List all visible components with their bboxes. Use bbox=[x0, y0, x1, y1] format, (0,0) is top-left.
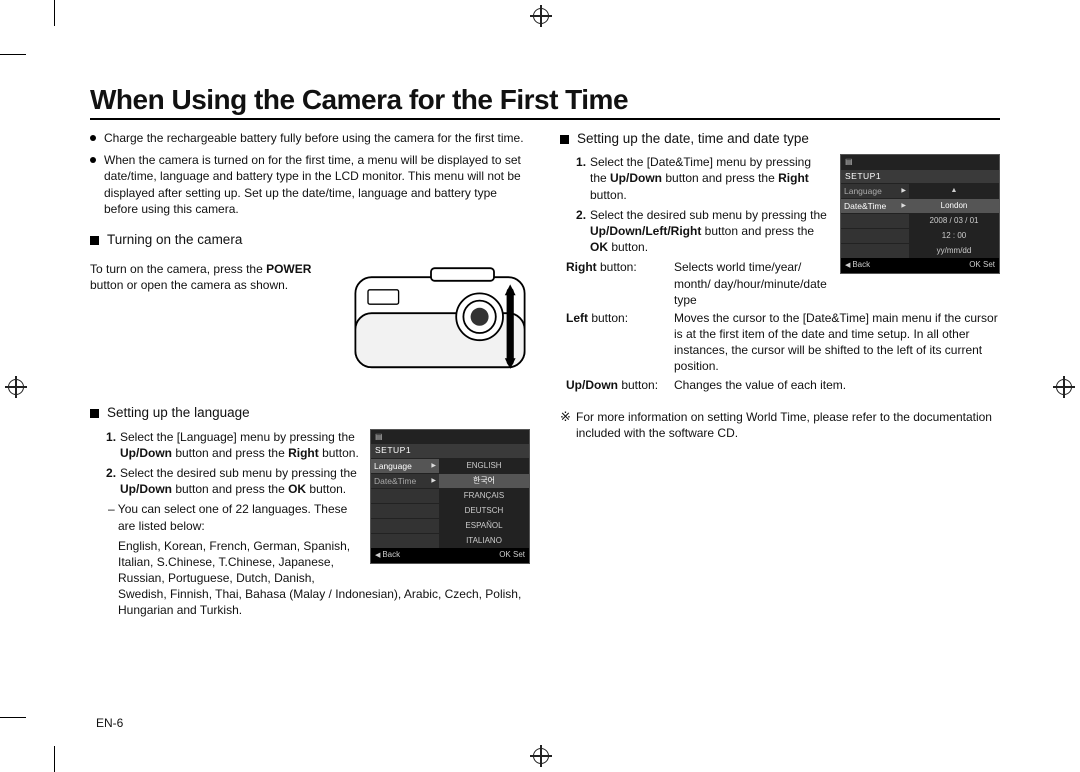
crop-tick bbox=[0, 54, 26, 55]
page-number: EN-6 bbox=[96, 716, 123, 730]
camera-illustration bbox=[350, 261, 530, 382]
page-title: When Using the Camera for the First Time bbox=[90, 84, 1000, 120]
crop-tick bbox=[54, 0, 55, 26]
section-square-icon bbox=[560, 135, 569, 144]
def-right-button: Right button: Selects world time/year/ m… bbox=[566, 259, 830, 308]
lang-step-2: Select the desired sub menu by pressing … bbox=[106, 465, 530, 497]
intro-bullet: When the camera is turned on for the fir… bbox=[90, 152, 530, 217]
lang-step-1: Select the [Language] menu by pressing t… bbox=[106, 429, 530, 461]
section-heading-turn-on: Turning on the camera bbox=[107, 231, 242, 249]
date-step-1: Select the [Date&Time] menu by pressing … bbox=[576, 154, 1000, 203]
crop-tick bbox=[0, 717, 26, 718]
registration-mark-icon bbox=[533, 748, 549, 764]
registration-mark-icon bbox=[533, 8, 549, 24]
world-time-note: For more information on setting World Ti… bbox=[560, 409, 1000, 441]
date-step-2: Select the desired sub menu by pressing … bbox=[576, 207, 1000, 256]
section-heading-language: Setting up the language bbox=[107, 404, 250, 422]
crop-tick bbox=[54, 746, 55, 772]
section-square-icon bbox=[90, 409, 99, 418]
registration-mark-icon bbox=[8, 379, 24, 395]
section-heading-date: Setting up the date, time and date type bbox=[577, 130, 809, 148]
def-left-button: Left button: Moves the cursor to the [Da… bbox=[566, 310, 1000, 375]
registration-mark-icon bbox=[1056, 379, 1072, 395]
section-square-icon bbox=[90, 236, 99, 245]
intro-bullet: Charge the rechargeable battery fully be… bbox=[90, 130, 530, 146]
def-updown-button: Up/Down button: Changes the value of eac… bbox=[566, 377, 1000, 393]
